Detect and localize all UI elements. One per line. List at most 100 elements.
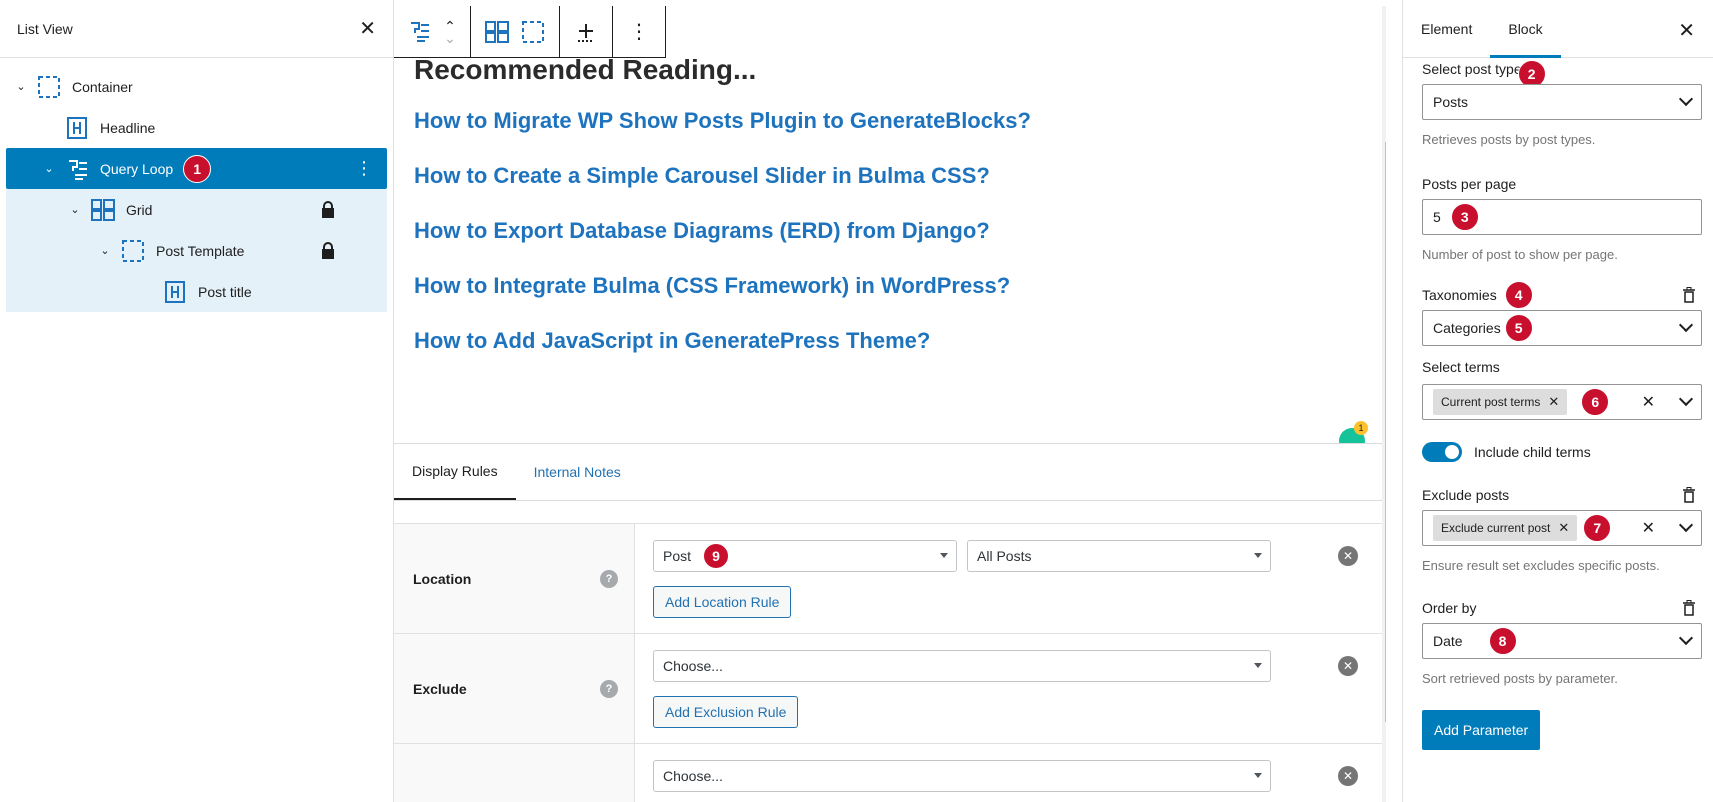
post-link[interactable]: How to Export Database Diagrams (ERD) fr… (414, 218, 1354, 250)
clear-icon[interactable]: ✕ (1642, 518, 1655, 538)
block-toolbar: ⌃ ⌄ ⋮ (394, 5, 666, 58)
remove-token-icon[interactable]: ✕ (1548, 394, 1559, 410)
remove-token-icon[interactable]: ✕ (1558, 520, 1569, 536)
list-item-label: Post title (198, 283, 252, 300)
rule-label-text: Location (413, 570, 472, 587)
editor-app: List View ✕ ⌄ Container Headline ⌄ Query… (0, 0, 1713, 802)
terms-token-field[interactable]: Current post terms ✕ 6 ✕ (1422, 384, 1702, 420)
list-item-container[interactable]: ⌄ Container (6, 66, 387, 107)
post-type-select[interactable]: Posts (1422, 84, 1702, 120)
toggle-label: Include child terms (1474, 444, 1591, 460)
rule-row-location: Location ? Post 9 All Posts ✕ Add Locati… (394, 524, 1382, 634)
tab-block[interactable]: Block (1490, 0, 1561, 58)
trash-icon[interactable] (1682, 287, 1696, 303)
list-view-title: List View (17, 20, 73, 37)
chevron-down-icon[interactable]: ⌄ (98, 244, 112, 257)
more-options-icon[interactable]: ⋮ (621, 14, 657, 50)
list-item-post-title[interactable]: Post title (6, 271, 387, 312)
annotation-badge: 7 (1583, 514, 1612, 542)
help-text: Retrieves posts by post types. (1422, 132, 1596, 147)
taxonomy-select[interactable]: Categories 5 (1422, 310, 1702, 346)
list-item-label: Post Template (156, 242, 245, 259)
select-value: Date (1433, 633, 1463, 649)
chevron-down-icon[interactable]: ⌄ (42, 162, 56, 175)
chevron-down-icon[interactable]: ⌄ (68, 203, 82, 216)
container-icon[interactable] (515, 14, 551, 50)
label-text: Order by (1422, 600, 1477, 616)
chevron-down-icon[interactable] (1678, 517, 1694, 533)
tab-display-rules[interactable]: Display Rules (394, 444, 516, 500)
query-loop-icon[interactable] (402, 14, 438, 50)
users-type-select[interactable]: Choose... (653, 760, 1271, 792)
post-link[interactable]: How to Add JavaScript in GeneratePress T… (414, 328, 1354, 360)
field-label: Order by (1422, 597, 1702, 619)
annotation-badge: 4 (1504, 281, 1533, 309)
chevron-down-icon (1678, 91, 1694, 107)
clear-icon[interactable]: ✕ (1642, 392, 1655, 412)
annotation-badge: 8 (1488, 627, 1517, 655)
help-text: Number of post to show per page. (1422, 247, 1618, 262)
remove-rule-icon[interactable]: ✕ (1338, 546, 1358, 566)
location-value-select[interactable]: All Posts (967, 540, 1271, 572)
post-link[interactable]: How to Create a Simple Carousel Slider i… (414, 163, 1354, 195)
metabox-tabs: Display Rules Internal Notes (394, 444, 1382, 501)
remove-rule-icon[interactable]: ✕ (1338, 656, 1358, 676)
annotation-badge: 3 (1450, 203, 1479, 231)
close-icon[interactable]: ✕ (359, 16, 376, 41)
grid-icon (90, 197, 116, 223)
list-view-header: List View ✕ (0, 0, 393, 58)
taxonomies-field: Taxonomies 4 Categories 5 Select terms C… (1422, 281, 1702, 420)
annotation-badge: 1 (183, 154, 212, 183)
chevron-down-icon[interactable]: ⌄ (14, 80, 28, 93)
list-item-label: Container (72, 78, 133, 95)
list-item-query-loop[interactable]: ⌄ Query Loop 1 ⋮ (6, 148, 387, 189)
list-item-post-template[interactable]: ⌄ Post Template (6, 230, 387, 271)
post-link[interactable]: How to Migrate WP Show Posts Plugin to G… (414, 108, 1354, 140)
align-icon[interactable] (568, 14, 604, 50)
exclude-type-select[interactable]: Choose... (653, 650, 1271, 682)
container-icon (36, 74, 62, 100)
remove-rule-icon[interactable]: ✕ (1338, 766, 1358, 786)
add-parameter-button[interactable]: Add Parameter (1422, 710, 1541, 750)
select-value: Choose... (663, 658, 723, 674)
add-exclusion-rule-button[interactable]: Add Exclusion Rule (653, 696, 799, 728)
rule-row-exclude: Exclude ? Choose... ✕ Add Exclusion Rule (394, 634, 1382, 744)
chevron-down-icon (1678, 630, 1694, 646)
chevron-down-icon[interactable]: ⌄ (444, 31, 456, 45)
annotation-badge: 5 (1504, 314, 1533, 342)
posts-per-page-input[interactable]: 5 3 (1422, 199, 1702, 235)
location-selects: Post 9 All Posts (653, 540, 1271, 572)
label-text: Select post type (1422, 61, 1522, 77)
token-label: Current post terms (1441, 395, 1541, 409)
include-child-toggle[interactable] (1422, 442, 1462, 462)
close-icon[interactable]: ✕ (1678, 18, 1695, 43)
field-label: Select post type 2 (1422, 58, 1702, 88)
exclude-posts-token-field[interactable]: Exclude current post ✕ 7 ✕ (1422, 510, 1702, 546)
rule-label-users (394, 744, 635, 802)
more-options-icon[interactable]: ⋮ (355, 158, 373, 179)
post-link[interactable]: How to Integrate Bulma (CSS Framework) i… (414, 273, 1354, 305)
rule-label-location: Location ? (394, 524, 635, 633)
field-label: Exclude posts (1422, 484, 1702, 506)
tab-internal-notes[interactable]: Internal Notes (516, 444, 639, 500)
add-location-rule-button[interactable]: Add Location Rule (653, 586, 792, 618)
help-icon[interactable]: ? (600, 679, 618, 698)
recommended-heading[interactable]: Recommended Reading... (414, 54, 1354, 86)
trash-icon[interactable] (1682, 600, 1696, 616)
editor-canvas: Recommended Reading... How to Migrate WP… (394, 0, 1400, 802)
token-label: Exclude current post (1441, 521, 1551, 535)
select-value: Posts (1433, 94, 1469, 110)
annotation-badge: 6 (1581, 388, 1610, 416)
chevron-down-icon[interactable] (1678, 391, 1694, 407)
trash-icon[interactable] (1682, 487, 1696, 503)
grid-icon[interactable] (479, 14, 515, 50)
help-icon[interactable]: ? (600, 569, 618, 588)
field-label: Select terms (1422, 359, 1500, 375)
location-type-select[interactable]: Post 9 (653, 540, 957, 572)
list-item-grid[interactable]: ⌄ Grid (6, 189, 387, 230)
help-text: Ensure result set excludes specific post… (1422, 558, 1660, 573)
tab-element[interactable]: Element (1403, 0, 1490, 58)
exclude-posts-field: Exclude posts Exclude current post ✕ 7 ✕… (1422, 484, 1702, 573)
order-by-select[interactable]: Date 8 (1422, 623, 1702, 659)
list-item-headline[interactable]: Headline (6, 107, 387, 148)
